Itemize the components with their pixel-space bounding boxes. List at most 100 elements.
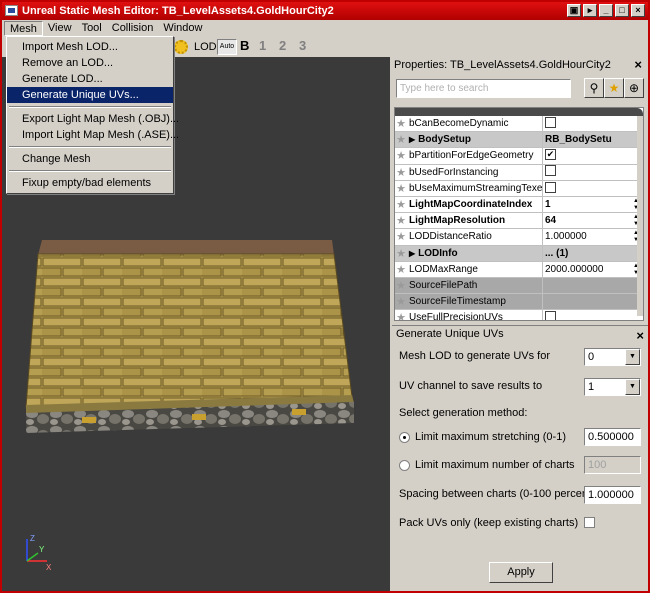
lod-auto-button[interactable]: Auto	[217, 39, 237, 55]
star-icon[interactable]: ★	[395, 310, 407, 320]
property-value[interactable]	[543, 294, 643, 309]
menu-collision[interactable]: Collision	[107, 21, 159, 36]
property-row[interactable]: ★ bUseMaximumStreamingTexelRa	[395, 180, 643, 197]
property-value[interactable]	[543, 181, 643, 196]
charts-radio[interactable]	[399, 460, 410, 471]
export-light-map-item[interactable]: Export Light Map Mesh (.OBJ)...	[7, 111, 179, 127]
stretch-label: Limit maximum stretching (0-1)	[415, 431, 566, 443]
star-icon[interactable]: ★	[395, 165, 407, 180]
property-value[interactable]	[543, 116, 643, 131]
pack-checkbox[interactable]	[584, 517, 595, 528]
chevron-down-icon[interactable]: ▼	[625, 379, 640, 395]
close-button[interactable]: ×	[631, 4, 645, 17]
import-light-map-item[interactable]: Import Light Map Mesh (.ASE)...	[7, 127, 179, 143]
property-scrollbar[interactable]	[637, 116, 643, 316]
star-icon[interactable]: ★	[395, 229, 407, 244]
property-value[interactable]: 1 ▲ ▼	[543, 197, 643, 212]
expand-arrow-icon[interactable]: ▶	[409, 135, 415, 144]
stretch-radio[interactable]	[399, 432, 410, 443]
menubar: Mesh View Tool Collision Window	[2, 20, 648, 37]
property-value[interactable]	[543, 278, 643, 293]
property-row[interactable]: ★ SourceFileTimestamp	[395, 294, 643, 311]
star-icon[interactable]: ★	[395, 148, 407, 163]
maximize-button[interactable]: □	[615, 4, 629, 17]
generate-unique-uvs-item[interactable]: Generate Unique UVs...	[7, 87, 173, 103]
app-icon	[5, 5, 18, 16]
star-icon[interactable]: ★	[395, 213, 407, 228]
window-title: Unreal Static Mesh Editor: TB_LevelAsset…	[22, 5, 334, 17]
apply-button[interactable]: Apply	[489, 562, 553, 583]
checkbox[interactable]	[545, 311, 556, 320]
property-value[interactable]: RB_BodySetu	[543, 132, 643, 147]
star-icon[interactable]: ★	[395, 132, 407, 147]
star-icon[interactable]: ★	[395, 181, 407, 196]
charts-input[interactable]: 100	[584, 456, 641, 474]
property-row[interactable]: ★ LODDistanceRatio 1.000000 ▲ ▼	[395, 229, 643, 246]
property-row[interactable]: ★ SourceFilePath	[395, 277, 643, 295]
change-mesh-item[interactable]: Change Mesh	[7, 151, 173, 167]
checkbox[interactable]	[545, 165, 556, 177]
property-value[interactable]: 64 ▲ ▼	[543, 213, 643, 228]
search-icon[interactable]: ⚲	[584, 78, 604, 98]
play-icon[interactable]: ▸	[583, 4, 597, 17]
property-value[interactable]	[543, 310, 643, 320]
properties-title-text: Properties: TB_LevelAssets4.GoldHourCity…	[394, 59, 611, 71]
star-icon[interactable]: ★	[395, 262, 407, 277]
remove-lod-item[interactable]: Remove an LOD...	[7, 55, 173, 71]
close-icon[interactable]: ×	[634, 58, 642, 72]
menu-view[interactable]: View	[43, 21, 77, 36]
star-icon[interactable]: ★	[395, 116, 407, 131]
restore-icon[interactable]: ▣	[567, 4, 581, 17]
property-search-input[interactable]: Type here to search	[396, 79, 571, 98]
property-value[interactable]: ✔	[543, 148, 643, 163]
property-value[interactable]: ... (1)	[543, 246, 643, 261]
property-value[interactable]: 1.000000 ▲ ▼	[543, 229, 643, 244]
lod-2-button[interactable]: 2	[279, 38, 286, 53]
lod-3-button[interactable]: 3	[299, 38, 306, 53]
chevron-down-icon[interactable]: ▼	[625, 349, 640, 365]
property-name: LODDistanceRatio	[407, 229, 543, 245]
property-name: UseFullPrecisionUVs	[407, 310, 543, 320]
method-label: Select generation method:	[399, 407, 528, 419]
uv-channel-label: UV channel to save results to	[399, 380, 543, 392]
lod-base-button[interactable]: B	[240, 38, 249, 53]
uv-channel-select[interactable]: 1 ▼	[584, 378, 641, 396]
spacing-input[interactable]: 1.000000	[584, 486, 641, 504]
generate-lod-item[interactable]: Generate LOD...	[7, 71, 173, 87]
property-value[interactable]	[543, 165, 643, 180]
star-icon[interactable]: ★	[395, 294, 407, 309]
sun-icon[interactable]	[174, 40, 188, 54]
property-row[interactable]: ★ bCanBecomeDynamic	[395, 116, 643, 133]
checkbox[interactable]: ✔	[545, 149, 556, 161]
star-icon[interactable]: ★	[395, 278, 407, 293]
lock-icon[interactable]: ⊕	[624, 78, 644, 98]
import-mesh-lod-item[interactable]: Import Mesh LOD...	[7, 39, 173, 55]
expand-arrow-icon[interactable]: ▶	[409, 249, 415, 258]
property-row[interactable]: ★ bPartitionForEdgeGeometry ✔	[395, 148, 643, 165]
mesh-lod-select[interactable]: 0 ▼	[584, 348, 641, 366]
menu-mesh[interactable]: Mesh	[4, 21, 43, 36]
property-value-text: 64	[545, 215, 557, 227]
lod-1-button[interactable]: 1	[259, 38, 266, 53]
property-row[interactable]: ★ LightMapResolution 64 ▲ ▼	[395, 213, 643, 230]
property-name: bUseMaximumStreamingTexelRa	[407, 180, 543, 196]
close-icon[interactable]: ×	[636, 328, 644, 343]
menu-window[interactable]: Window	[158, 21, 207, 36]
checkbox[interactable]	[545, 181, 556, 193]
property-row[interactable]: ★ LODMaxRange 2000.000000 ▲ ▼	[395, 261, 643, 278]
property-row[interactable]: ★ ▶ BodySetup RB_BodySetu	[395, 132, 643, 149]
minimize-button[interactable]: _	[599, 4, 613, 17]
property-row[interactable]: ★ UseFullPrecisionUVs	[395, 310, 643, 320]
star-icon[interactable]: ★	[395, 246, 407, 261]
property-row[interactable]: ★ bUsedForInstancing	[395, 164, 643, 181]
title-bar[interactable]: Unreal Static Mesh Editor: TB_LevelAsset…	[2, 2, 648, 20]
star-icon[interactable]: ★	[604, 78, 624, 98]
stretch-input[interactable]: 0.500000	[584, 428, 641, 446]
checkbox[interactable]	[545, 116, 556, 128]
menu-tool[interactable]: Tool	[77, 21, 107, 36]
fixup-elements-item[interactable]: Fixup empty/bad elements	[7, 175, 173, 191]
property-row[interactable]: ★ ▶ LODInfo ... (1)	[395, 245, 643, 262]
star-icon[interactable]: ★	[395, 197, 407, 212]
property-value[interactable]: 2000.000000 ▲ ▼	[543, 262, 643, 277]
property-row[interactable]: ★ LightMapCoordinateIndex 1 ▲ ▼	[395, 196, 643, 214]
